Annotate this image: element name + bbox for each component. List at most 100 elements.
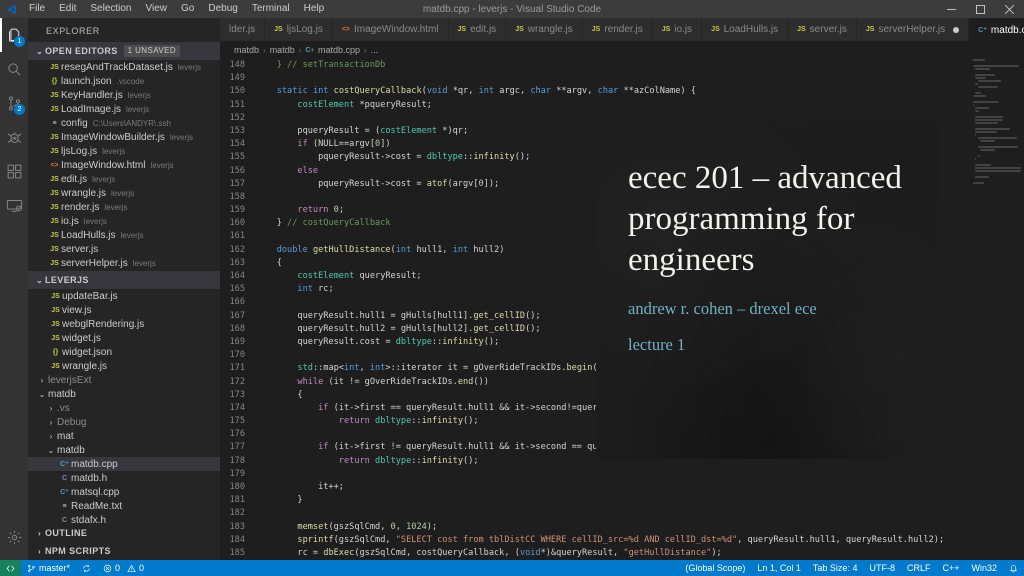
explorer-tree[interactable]: ⌄ OPEN EDITORS 1 UNSAVED JS resegAndTrack…: [28, 42, 220, 524]
menu-debug[interactable]: Debug: [201, 0, 244, 18]
remote-indicator[interactable]: [0, 560, 21, 576]
menu-terminal[interactable]: Terminal: [245, 0, 297, 18]
code-line[interactable]: 184 sprintf(gszSqlCmd, "SELECT cost from…: [220, 534, 1024, 547]
tree-file-item[interactable]: C⁺ matsql.cpp: [28, 485, 220, 499]
cursor-position-status[interactable]: Ln 1, Col 1: [751, 560, 807, 576]
tree-folder-item[interactable]: ⌄ matdb: [28, 443, 220, 457]
menu-edit[interactable]: Edit: [52, 0, 83, 18]
tree-file-item[interactable]: Cstdafx.h: [28, 513, 220, 525]
problems-status[interactable]: 0 0: [97, 560, 150, 576]
menu-file[interactable]: File: [22, 0, 52, 18]
editor-tab[interactable]: JS render.js: [582, 18, 653, 41]
code-line[interactable]: 150 static int costQueryCallback(void *q…: [220, 85, 1024, 98]
open-editor-item[interactable]: JS resegAndTrackDataset.js leverjs: [28, 60, 220, 74]
breadcrumb-item-0[interactable]: matdb: [234, 45, 259, 55]
minimize-button[interactable]: [937, 0, 966, 18]
workspace-header[interactable]: ⌄ LEVERJS: [28, 271, 220, 289]
open-editor-item[interactable]: JS KeyHandler.js leverjs: [28, 88, 220, 102]
workspace-tree-list[interactable]: JS updateBar.js JS view.js JS webglRendering.…: [28, 289, 220, 524]
code-line[interactable]: 151 costElement *pqueryResult;: [220, 99, 1024, 112]
menu-selection[interactable]: Selection: [83, 0, 138, 18]
activity-source-control[interactable]: 2: [0, 86, 28, 120]
tree-folder-item[interactable]: › .vs: [28, 401, 220, 415]
open-editor-item[interactable]: JS render.js leverjs: [28, 200, 220, 214]
tree-folder-item[interactable]: › mat: [28, 429, 220, 443]
menu-view[interactable]: View: [139, 0, 175, 18]
tab-size-status[interactable]: Tab Size: 4: [807, 560, 864, 576]
activity-remote-explorer[interactable]: [0, 188, 28, 222]
code-line[interactable]: 179: [220, 468, 1024, 481]
editor-tab[interactable]: JS io.js: [652, 18, 703, 41]
open-editor-item[interactable]: ≡ config C:\Users\ANDYR\.ssh: [28, 116, 220, 130]
tree-file-item[interactable]: Cmatdb.h: [28, 471, 220, 485]
open-editor-item[interactable]: JS LoadImage.js leverjs: [28, 102, 220, 116]
editor-tab[interactable]: JS edit.js: [448, 18, 507, 41]
outline-section[interactable]: › OUTLINE: [28, 524, 220, 542]
open-editor-item[interactable]: JS edit.js leverjs: [28, 172, 220, 186]
open-editor-item[interactable]: JS ljsLog.js leverjs: [28, 144, 220, 158]
tree-file-item[interactable]: ≡ ReadMe.txt: [28, 499, 220, 513]
tree-file-item[interactable]: JS widget.js: [28, 331, 220, 345]
open-editor-item[interactable]: JS io.js leverjs: [28, 214, 220, 228]
editor-tab[interactable]: C⁺matdb.cpp✕: [969, 18, 1024, 41]
editor-tab[interactable]: JS wrangle.js: [506, 18, 583, 41]
activity-settings[interactable]: [0, 520, 28, 554]
activity-search[interactable]: [0, 52, 28, 86]
editor-tab-strip[interactable]: lder.js JS ljsLog.js <> ImageWindow.html JS ed…: [220, 18, 1024, 41]
menu-go[interactable]: Go: [174, 0, 201, 18]
window-controls[interactable]: [937, 0, 1024, 18]
editor-tab[interactable]: <> ImageWindow.html: [332, 18, 449, 41]
menu-help[interactable]: Help: [297, 0, 332, 18]
tree-file-item[interactable]: JS wrangle.js: [28, 359, 220, 373]
scope-status[interactable]: (Global Scope): [679, 560, 751, 576]
platform-status[interactable]: Win32: [965, 560, 1003, 576]
code-line[interactable]: 183 memset(gszSqlCmd, 0, 1024);: [220, 521, 1024, 534]
breadcrumb-item-2[interactable]: matdb.cpp: [318, 45, 360, 55]
tree-file-item[interactable]: JS view.js: [28, 303, 220, 317]
maximize-button[interactable]: [966, 0, 995, 18]
tree-file-item[interactable]: JS updateBar.js: [28, 289, 220, 303]
editor-tab[interactable]: JS LoadHulls.js: [702, 18, 789, 41]
open-editor-item[interactable]: {} launch.json .vscode: [28, 74, 220, 88]
breadcrumb-item-1[interactable]: matdb: [270, 45, 295, 55]
open-editor-item[interactable]: JS server.js: [28, 242, 220, 256]
activity-debug[interactable]: [0, 120, 28, 154]
eol-status[interactable]: CRLF: [901, 560, 937, 576]
open-editor-item[interactable]: JS LoadHulls.js leverjs: [28, 228, 220, 242]
editor-tab[interactable]: JS server.js: [788, 18, 857, 41]
npm-scripts-section[interactable]: › NPM SCRIPTS: [28, 542, 220, 560]
sync-status[interactable]: [76, 560, 97, 576]
minimap[interactable]: [968, 59, 1024, 560]
code-line[interactable]: 182: [220, 507, 1024, 520]
tree-file-item[interactable]: {} widget.json: [28, 345, 220, 359]
notifications-status[interactable]: [1003, 560, 1024, 576]
git-branch-status[interactable]: master*: [21, 560, 76, 576]
open-editor-item[interactable]: <> ImageWindow.html leverjs: [28, 158, 220, 172]
breadcrumb[interactable]: matdb › matdb › C+ matdb.cpp › ...: [220, 41, 1024, 59]
encoding-status[interactable]: UTF-8: [863, 560, 901, 576]
tree-folder-item[interactable]: › Debug: [28, 415, 220, 429]
tree-file-item[interactable]: JS webglRendering.js: [28, 317, 220, 331]
code-line[interactable]: 181 }: [220, 494, 1024, 507]
editor-tab[interactable]: JS serverHelper.js: [856, 18, 970, 41]
editor-tab[interactable]: lder.js: [220, 18, 266, 41]
language-mode-status[interactable]: C++: [936, 560, 965, 576]
editor-tab[interactable]: JS ljsLog.js: [265, 18, 333, 41]
close-button[interactable]: [995, 0, 1024, 18]
tree-folder-item[interactable]: › leverjsExt: [28, 373, 220, 387]
open-editor-item[interactable]: JS ImageWindowBuilder.js leverjs: [28, 130, 220, 144]
tree-file-item[interactable]: C⁺ matdb.cpp: [28, 457, 220, 471]
code-line[interactable]: 185 rc = dbExec(gszSqlCmd, costQueryCall…: [220, 547, 1024, 560]
menu-bar[interactable]: File Edit Selection View Go Debug Termin…: [22, 0, 331, 18]
open-editor-item[interactable]: JS wrangle.js leverjs: [28, 186, 220, 200]
code-line[interactable]: 149: [220, 72, 1024, 85]
activity-extensions[interactable]: [0, 154, 28, 188]
open-editor-item[interactable]: JS serverHelper.js leverjs: [28, 256, 220, 270]
code-line[interactable]: 180 it++;: [220, 481, 1024, 494]
code-line[interactable]: 148 } // setTransactionDb: [220, 59, 1024, 72]
activity-explorer[interactable]: 1: [0, 18, 28, 52]
tree-folder-item[interactable]: ⌄ matdb: [28, 387, 220, 401]
breadcrumb-item-3[interactable]: ...: [371, 45, 379, 55]
open-editors-list[interactable]: JS resegAndTrackDataset.js leverjs{} launch…: [28, 60, 220, 270]
open-editors-header[interactable]: ⌄ OPEN EDITORS 1 UNSAVED: [28, 42, 220, 60]
